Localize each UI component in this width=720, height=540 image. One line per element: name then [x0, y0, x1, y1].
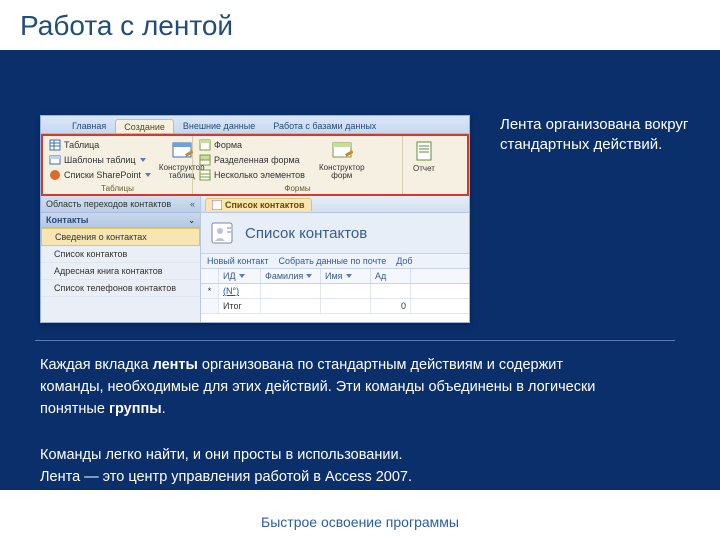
chevron-down-icon	[145, 173, 151, 177]
body-paragraph-2: Команды легко найти, и они просты в испо…	[40, 445, 600, 489]
ribbon-body: Таблица Шаблоны таблиц Списки SharePoint…	[41, 134, 469, 196]
collapse-icon: ⌄	[188, 216, 195, 225]
divider	[35, 340, 675, 341]
form-icon	[212, 200, 222, 210]
col-lastname[interactable]: Фамилия	[261, 269, 321, 283]
col-id[interactable]: ИД	[219, 269, 261, 283]
sort-icon	[306, 274, 312, 278]
footer-text: Быстрое освоение программы	[0, 504, 720, 540]
new-id-link[interactable]: (N°)	[223, 286, 239, 296]
navpane-header-label: Область переходов контактов	[46, 199, 171, 209]
sharepoint-icon	[49, 169, 61, 181]
screenshot-access-ribbon: Главная Создание Внешние данные Работа с…	[40, 115, 470, 323]
btn-collect-by-mail[interactable]: Собрать данные по почте	[278, 256, 386, 266]
grid-header: ИД Фамилия Имя Ад	[201, 269, 469, 284]
dropdown-icon: «	[190, 199, 195, 209]
body-paragraph-1: Каждая вкладка ленты организована по ста…	[40, 355, 600, 420]
grid-total-row: Итог 0	[201, 299, 469, 314]
table-icon	[49, 139, 61, 151]
col-address[interactable]: Ад	[371, 269, 411, 283]
document-tabs: Список контактов	[201, 196, 469, 213]
group-tables-title: Таблицы	[43, 184, 192, 193]
btn-new-contact[interactable]: Новый контакт	[207, 256, 268, 266]
navpane-category[interactable]: Контакты ⌄	[41, 213, 200, 228]
multi-items-icon	[199, 169, 211, 181]
cmd-table[interactable]: Таблица	[47, 138, 153, 152]
slide-title: Работа с лентой	[20, 10, 233, 42]
nav-item-phonelist[interactable]: Список телефонов контактов	[41, 280, 200, 297]
sort-icon	[346, 274, 352, 278]
col-firstname[interactable]: Имя	[321, 269, 371, 283]
new-row-marker: *	[201, 284, 219, 298]
cmd-table-templates-label: Шаблоны таблиц	[64, 155, 136, 165]
document-tab-contacts[interactable]: Список контактов	[205, 198, 312, 211]
total-value: 0	[371, 299, 411, 313]
navpane-category-label: Контакты	[46, 215, 88, 225]
nav-item-label: Список контактов	[54, 249, 127, 259]
table-templates-icon	[49, 154, 61, 166]
group-forms-title: Формы	[193, 184, 402, 193]
cmd-report-label: Отчет	[413, 164, 435, 173]
sort-icon	[239, 274, 245, 278]
nav-item-label: Адресная книга контактов	[54, 266, 163, 276]
form-icon	[199, 139, 211, 151]
cmd-split-form-label: Разделенная форма	[214, 155, 300, 165]
total-label: Итог	[219, 299, 261, 313]
form-title: Список контактов	[245, 225, 367, 242]
ribbon-tab-dbtools[interactable]: Работа с базами данных	[264, 118, 385, 133]
cmd-table-templates[interactable]: Шаблоны таблиц	[47, 153, 153, 167]
cmd-form-design-l2: форм	[331, 171, 352, 180]
ribbon-tabs: Главная Создание Внешние данные Работа с…	[41, 116, 469, 134]
nav-item-label: Список телефонов контактов	[54, 283, 176, 293]
chevron-down-icon	[140, 158, 146, 162]
nav-item-label: Сведения о контактах	[55, 232, 147, 242]
navpane-header[interactable]: Область переходов контактов «	[41, 196, 200, 213]
cmd-form-label: Форма	[214, 140, 242, 150]
form-design-icon	[331, 140, 353, 162]
table-design-icon	[171, 140, 193, 162]
cmd-multi-items-label: Несколько элементов	[214, 170, 305, 180]
document-tab-label: Список контактов	[225, 200, 305, 210]
ribbon-tab-home[interactable]: Главная	[63, 118, 115, 133]
navigation-pane: Область переходов контактов « Контакты ⌄…	[41, 196, 201, 323]
ribbon-tab-external[interactable]: Внешние данные	[174, 118, 264, 133]
cmd-form-design[interactable]: Конструкторформ	[313, 138, 371, 182]
document-area: Список контактов Список контактов Новый …	[201, 196, 469, 323]
cmd-table-label: Таблица	[64, 140, 99, 150]
form-header: Список контактов	[201, 213, 469, 254]
report-icon	[413, 140, 435, 162]
cmd-sharepoint-lists[interactable]: Списки SharePoint	[47, 168, 153, 182]
cmd-sharepoint-label: Списки SharePoint	[64, 170, 141, 180]
cmd-table-design-l2: таблиц	[169, 171, 195, 180]
cmd-multi-items[interactable]: Несколько элементов	[197, 168, 307, 182]
form-toolbar: Новый контакт Собрать данные по почте До…	[201, 254, 469, 269]
nav-item-list[interactable]: Список контактов	[41, 246, 200, 263]
cmd-report[interactable]: Отчет	[407, 138, 441, 175]
btn-add[interactable]: Доб	[396, 256, 412, 266]
content-panel: Главная Создание Внешние данные Работа с…	[0, 50, 720, 490]
cmd-form[interactable]: Форма	[197, 138, 307, 152]
cmd-split-form[interactable]: Разделенная форма	[197, 153, 307, 167]
grid-new-row[interactable]: * (N°)	[201, 284, 469, 299]
nav-item-addressbook[interactable]: Адресная книга контактов	[41, 263, 200, 280]
callout-text: Лента организована вокруг стандартных де…	[500, 115, 700, 156]
split-form-icon	[199, 154, 211, 166]
ribbon-tab-create[interactable]: Создание	[115, 119, 174, 133]
contacts-icon	[209, 219, 237, 247]
nav-item-details[interactable]: Сведения о контактах	[41, 228, 200, 246]
